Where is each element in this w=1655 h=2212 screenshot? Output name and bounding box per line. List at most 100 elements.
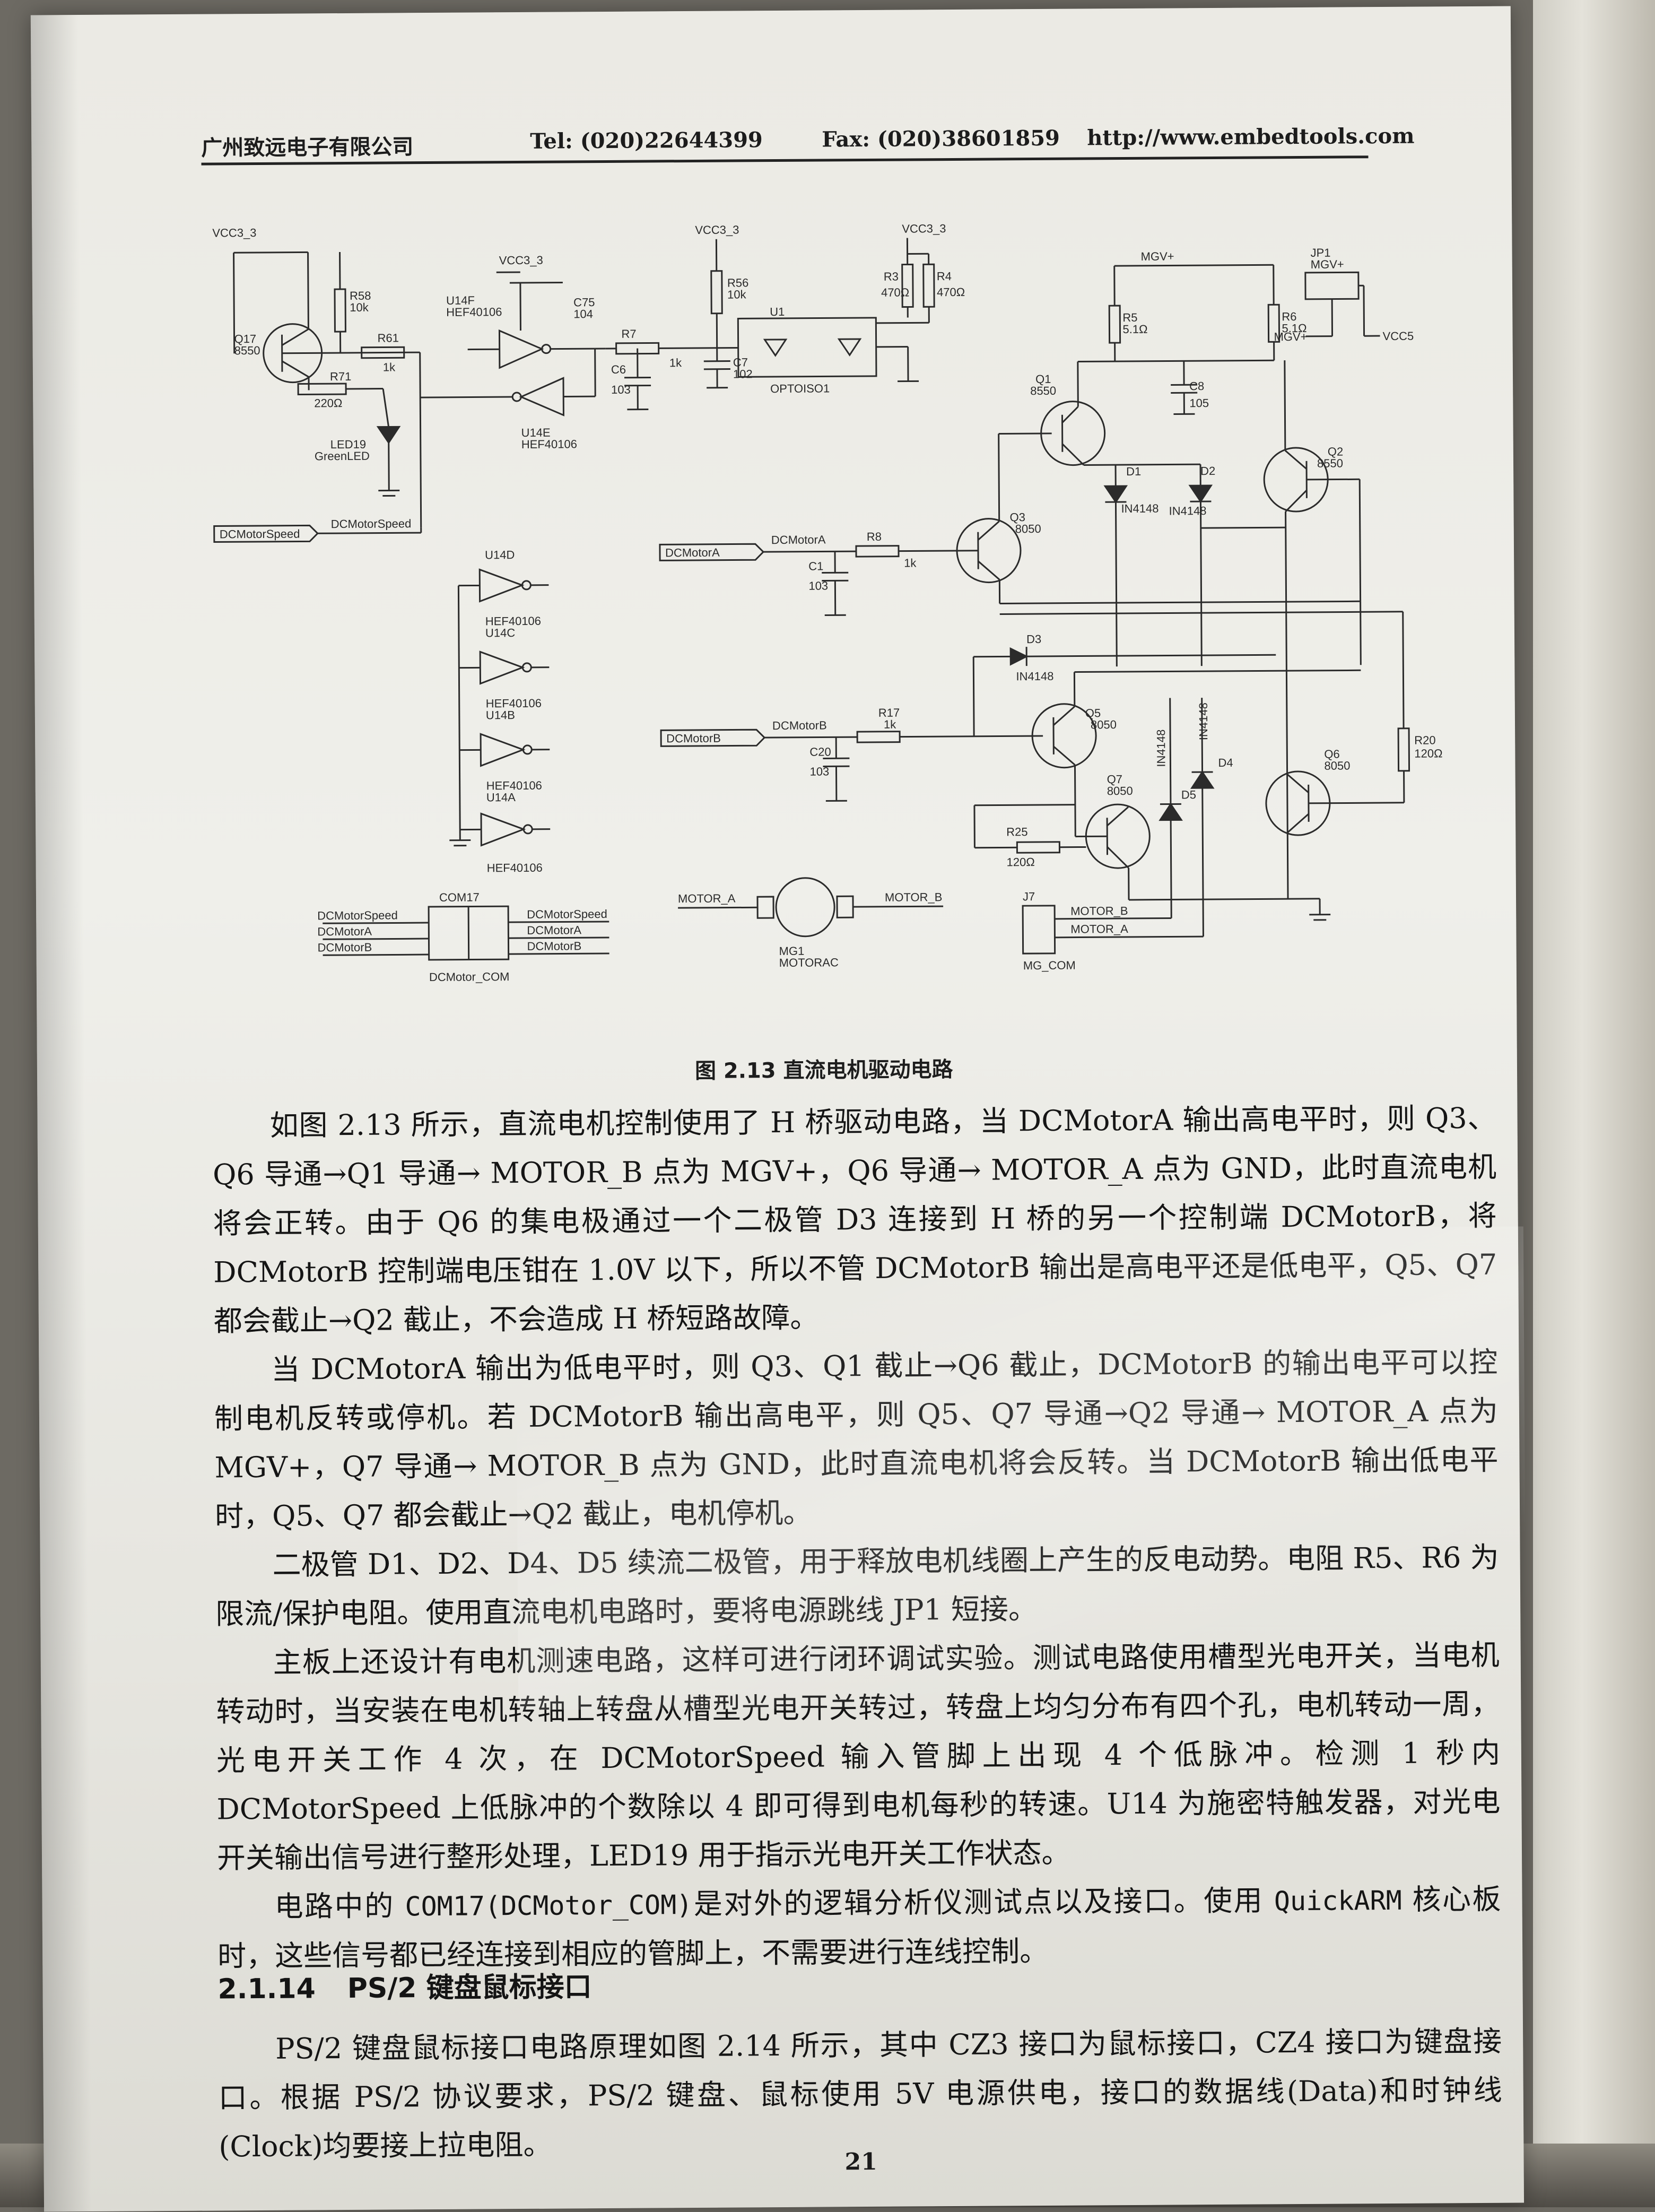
label-d1-type: IN4148 <box>1121 502 1158 515</box>
label-r20-val: 120Ω <box>1414 747 1442 760</box>
page-binding-shadow <box>31 15 92 2211</box>
label-c1-val: 103 <box>808 579 828 592</box>
label-r7-val: 1k <box>669 356 682 369</box>
label-u14a-hef: HEF40106 <box>487 861 543 875</box>
label-vcc5: VCC5 <box>1382 329 1414 343</box>
paragraph-3: 二极管 D1、D2、D4、D5 续流二极管，用于释放电机线圈上产生的反电动势。电… <box>215 1533 1499 1639</box>
label-vcc-1: VCC3_3 <box>212 226 256 240</box>
label-led-name: GreenLED <box>315 449 370 463</box>
paragraph-2: 当 DCMotorA 输出为低电平时，则 Q3、Q1 截止→Q6 截止，DCMo… <box>214 1338 1499 1541</box>
header-tel: Tel: (020)22644399 <box>530 127 763 154</box>
label-r3: R3 <box>884 270 899 283</box>
label-q7-type: 8050 <box>1107 784 1133 797</box>
label-r4-val: 470Ω <box>937 285 965 299</box>
label-j7-motor-b: MOTOR_B <box>1070 904 1128 918</box>
label-d4: D4 <box>1218 756 1233 769</box>
label-r58-val: 10k <box>350 301 369 314</box>
header-fax: Fax: (020)38601859 <box>822 126 1060 152</box>
label-c20-val: 103 <box>809 765 829 778</box>
label-q1-type: 8550 <box>1030 384 1056 397</box>
label-d1: D1 <box>1126 465 1141 478</box>
label-u14b: U14B <box>486 708 515 722</box>
header-url: http://www.embedtools.com <box>1087 124 1414 151</box>
label-r71: R71 <box>330 370 352 383</box>
label-q3-type: 8050 <box>1015 522 1041 535</box>
label-vcc-2: VCC3_3 <box>499 254 543 267</box>
label-dcmotorb-port: DCMotorB <box>666 732 721 745</box>
paragraph-5-pre: 电路中的 <box>274 1889 405 1923</box>
label-u1: U1 <box>770 305 785 318</box>
label-c20: C20 <box>809 745 831 758</box>
section-heading: 2.1.14 PS/2 键盘鼠标接口 <box>217 1964 592 2006</box>
label-motorac: MOTORAC <box>779 956 839 969</box>
paragraph-5-code-2: QuickARM <box>1274 1885 1402 1916</box>
label-dcmotorb-net: DCMotorB <box>772 718 827 732</box>
label-u14e-hef: HEF40106 <box>521 437 577 451</box>
label-r3-val: 470Ω <box>881 285 909 299</box>
label-opto: OPTOISO1 <box>770 381 830 395</box>
label-com-b-left: DCMotorB <box>317 941 372 955</box>
label-d5: D5 <box>1181 788 1196 801</box>
label-r7: R7 <box>621 327 636 341</box>
paragraph-5-code: COM17(DCMotor_COM) <box>405 1889 692 1922</box>
paragraph-1: 如图 2.13 所示，直流电机控制使用了 H 桥驱动电路，当 DCMotorA … <box>212 1094 1497 1346</box>
label-r8-val: 1k <box>904 556 917 569</box>
label-r61: R61 <box>377 331 399 344</box>
label-c8: C8 <box>1189 379 1204 393</box>
label-mg-com: MG_COM <box>1023 959 1076 973</box>
label-u14a: U14A <box>486 791 516 804</box>
label-jp1-mgv: MGV+ <box>1311 257 1344 271</box>
label-motor-b: MOTOR_B <box>885 890 943 904</box>
header-company: 广州致远电子有限公司 <box>201 129 413 161</box>
paragraph-5-mid: 是对外的逻辑分析仪测试点以及接口。使用 <box>692 1884 1274 1921</box>
label-c6: C6 <box>611 363 626 376</box>
section-title-text: PS/2 键盘鼠标接口 <box>347 1971 592 2005</box>
label-d2: D2 <box>1200 464 1215 478</box>
label-r56-val: 10k <box>727 288 747 301</box>
label-vcc-3: VCC3_3 <box>695 223 739 237</box>
label-c75-val: 104 <box>573 307 593 320</box>
label-c1: C1 <box>808 559 823 572</box>
label-com-speed-left: DCMotorSpeed <box>317 908 398 922</box>
label-r17-val: 1k <box>884 718 896 731</box>
label-dcmotora-net: DCMotorA <box>771 533 826 547</box>
label-r4: R4 <box>937 270 952 283</box>
label-r25-val: 120Ω <box>1007 855 1035 869</box>
label-q17-type: 8550 <box>234 344 260 357</box>
body-text: 如图 2.13 所示，直流电机控制使用了 H 桥驱动电路，当 DCMotorA … <box>212 1094 1501 1981</box>
label-motor-a: MOTOR_A <box>678 892 736 906</box>
label-u14f-hef: HEF40106 <box>446 305 502 319</box>
label-com-b-right: DCMotorB <box>527 939 581 953</box>
label-dcmotora-port: DCMotorA <box>665 546 720 560</box>
label-r25: R25 <box>1006 825 1028 838</box>
page-number: 21 <box>844 2148 877 2175</box>
label-d2-type: IN4148 <box>1169 504 1206 517</box>
label-d3: D3 <box>1026 632 1041 646</box>
section-number: 2.1.14 <box>217 1973 316 2005</box>
label-com-a-right: DCMotorA <box>527 923 581 937</box>
paragraph-4: 主板上还设计有电机测速电路，这样可进行闭环调试实验。测试电路使用槽型光电开关，当… <box>216 1631 1501 1883</box>
label-u14d: U14D <box>485 548 515 561</box>
label-d3-type: IN4148 <box>1016 670 1053 683</box>
label-com-speed-right: DCMotorSpeed <box>527 907 607 921</box>
label-mgv: MGV+ <box>1141 249 1174 263</box>
label-r6-val: 5.1Ω <box>1282 322 1306 335</box>
label-r20: R20 <box>1414 733 1436 747</box>
label-r71-val: 220Ω <box>314 396 342 410</box>
figure-caption: 图 2.13 直流电机驱动电路 <box>695 1052 953 1085</box>
label-q5-type: 8050 <box>1091 718 1117 731</box>
label-j7-motor-a: MOTOR_A <box>1070 922 1128 936</box>
label-d5-type: IN4148 <box>1154 730 1168 767</box>
label-dcmotor-com: DCMotor_COM <box>429 970 510 984</box>
page-header: 广州致远电子有限公司 Tel: (020)22644399 Fax: (020)… <box>201 113 1368 162</box>
label-r61-val: 1k <box>383 360 396 374</box>
circuit-schematic: VCC3_3 VCC3_3 VCC3_3 VCC3_3 MGV+ JP1 MGV… <box>202 208 1490 1007</box>
label-j7: J7 <box>1023 890 1035 903</box>
label-r8: R8 <box>867 530 882 543</box>
book-page: 广州致远电子有限公司 Tel: (020)22644399 Fax: (020)… <box>31 6 1524 2212</box>
label-d4-type: IN4148 <box>1197 702 1210 740</box>
label-c8-val: 105 <box>1189 396 1209 410</box>
label-u14c: U14C <box>485 626 516 639</box>
schematic-svg: VCC3_3 VCC3_3 VCC3_3 VCC3_3 MGV+ JP1 MGV… <box>202 208 1490 1007</box>
label-c6-val: 103 <box>611 383 631 396</box>
